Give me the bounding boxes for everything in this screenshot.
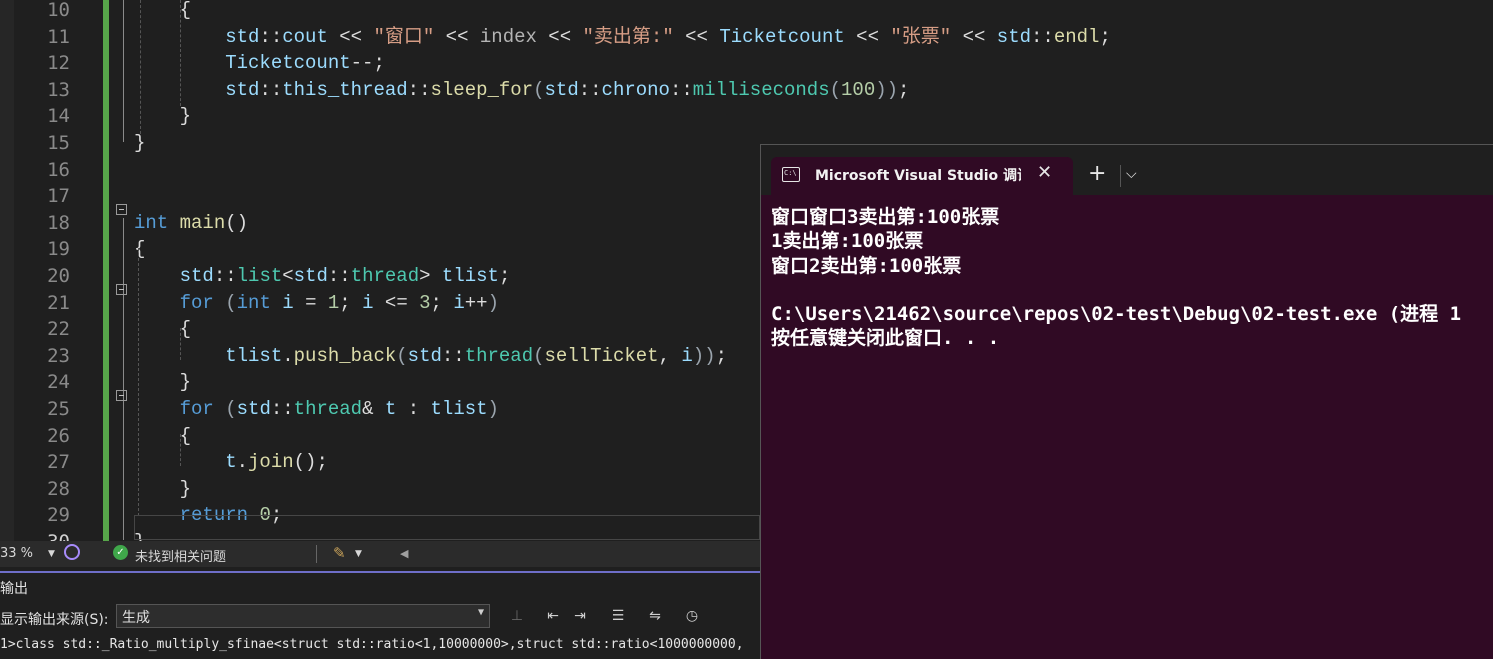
output-title: 输出 xyxy=(0,581,28,597)
editor-status-bar: 33 % ▼ ✓ 未找到相关问题 ✎ ▼ ◀ xyxy=(0,541,760,567)
scope-line xyxy=(123,218,124,540)
new-tab-button[interactable]: + xyxy=(1088,161,1106,187)
check-icon: ✓ xyxy=(113,545,128,560)
code-text: } xyxy=(134,477,192,500)
line-number: 26 xyxy=(47,424,70,447)
code-text: std::this_thread::sleep_for(std::chrono:… xyxy=(225,78,910,101)
change-tracking-bar xyxy=(103,0,109,541)
console-icon: C:\ xyxy=(782,167,800,182)
chevron-down-icon: ▼ xyxy=(477,607,484,618)
code-line[interactable]: 10 { xyxy=(0,0,1493,24)
brush-icon[interactable]: ✎ xyxy=(333,544,346,562)
clock-icon[interactable]: ◷ xyxy=(682,606,702,626)
line-number: 13 xyxy=(47,78,70,101)
code-text: Ticketcount--; xyxy=(225,52,385,75)
copilot-icon[interactable] xyxy=(64,544,80,560)
debug-console-window[interactable]: C:\ Microsoft Visual Studio 调试控制台 ✕ + ⌵ … xyxy=(760,144,1493,659)
line-number: 30 xyxy=(14,529,70,541)
code-line[interactable]: 13 std::this_thread::sleep_for(std::chro… xyxy=(0,77,1493,104)
current-line-highlight xyxy=(134,515,760,540)
scope-line xyxy=(123,406,124,484)
indent-guide xyxy=(140,0,141,134)
scope-line xyxy=(123,300,124,378)
code-text: } xyxy=(134,105,192,128)
issues-status[interactable]: 未找到相关问题 xyxy=(135,546,226,565)
line-number: 28 xyxy=(47,477,70,500)
code-text: { xyxy=(134,424,192,447)
scope-line xyxy=(123,0,124,142)
word-wrap-icon[interactable]: ⇋ xyxy=(645,606,665,626)
code-line[interactable]: 12 Ticketcount--; xyxy=(0,50,1493,77)
find-message-icon[interactable]: ⊥ xyxy=(507,606,527,626)
line-number: 17 xyxy=(47,185,70,208)
indent-guide xyxy=(180,0,181,106)
code-text: { xyxy=(134,238,146,261)
line-number: 21 xyxy=(47,291,70,314)
code-text: t.join(); xyxy=(225,451,328,474)
line-number: 20 xyxy=(47,265,70,287)
line-number: 10 xyxy=(47,0,70,21)
line-number: 29 xyxy=(47,504,70,527)
code-text: } xyxy=(134,371,192,394)
divider xyxy=(316,545,317,563)
clear-all-icon[interactable]: ☰ xyxy=(608,606,628,626)
code-text: { xyxy=(134,318,192,341)
fold-toggle-for-1[interactable] xyxy=(116,284,127,295)
terminal-titlebar: C:\ Microsoft Visual Studio 调试控制台 ✕ + ⌵ xyxy=(761,145,1493,195)
line-number: 19 xyxy=(47,238,70,261)
line-number: 16 xyxy=(47,158,70,181)
code-text: for (int i = 1; i <= 3; i++) xyxy=(179,291,499,314)
line-number: 22 xyxy=(47,318,70,341)
console-icon-text: C:\ xyxy=(784,169,797,177)
line-number: 23 xyxy=(47,344,70,367)
code-line[interactable]: 11 std::cout << "窗口" << index << "卖出第:" … xyxy=(0,24,1493,51)
output-source-label: 显示输出来源(S): xyxy=(0,612,109,628)
line-number: 25 xyxy=(47,398,70,420)
indent-guide xyxy=(138,248,139,516)
terminal-tab[interactable]: C:\ Microsoft Visual Studio 调试控制台 ✕ xyxy=(771,157,1073,195)
code-line[interactable]: 14 } xyxy=(0,103,1493,130)
brush-dropdown-icon[interactable]: ▼ xyxy=(355,549,362,559)
code-text: for (std::thread& t : tlist) xyxy=(179,398,499,420)
scroll-left-icon[interactable]: ◀ xyxy=(400,547,408,560)
output-text: 1>class std::_Ratio_multiply_sfinae<stru… xyxy=(0,637,744,652)
chevron-down-icon[interactable]: ⌵ xyxy=(1126,161,1137,187)
line-number: 27 xyxy=(47,451,70,474)
next-message-icon[interactable]: ⇥ xyxy=(570,606,590,626)
line-number: 11 xyxy=(47,25,70,48)
code-text: int main() xyxy=(134,211,249,234)
output-source-value: 生成 xyxy=(122,610,150,626)
indent-guide xyxy=(180,328,181,360)
terminal-output: 窗口窗口3卖出第:100张票 1卖出第:100张票 窗口2卖出第:100张票 C… xyxy=(771,206,1462,350)
zoom-dropdown-icon[interactable]: ▼ xyxy=(48,549,55,559)
output-source-select[interactable]: 生成 ▼ xyxy=(116,604,490,628)
close-icon[interactable]: ✕ xyxy=(1037,162,1052,183)
output-pane-border xyxy=(0,567,760,573)
previous-message-icon[interactable]: ⇤ xyxy=(543,606,563,626)
code-text: std::list<std::thread> tlist; xyxy=(179,265,511,287)
line-number: 18 xyxy=(47,211,70,234)
line-number: 15 xyxy=(47,132,70,154)
divider xyxy=(1120,165,1121,187)
line-number: 12 xyxy=(47,52,70,75)
line-number: 24 xyxy=(47,371,70,394)
fold-toggle-for-2[interactable] xyxy=(116,390,127,401)
zoom-level[interactable]: 33 % xyxy=(0,546,33,561)
code-text: std::cout << "窗口" << index << "卖出第:" << … xyxy=(225,25,1111,48)
indent-guide xyxy=(180,434,181,466)
fold-toggle-main[interactable] xyxy=(116,204,127,215)
code-text: { xyxy=(134,0,192,21)
line-number: 14 xyxy=(47,105,70,128)
output-pane: 输出 显示输出来源(S): 生成 ▼ ⊥ ⇤ ⇥ ☰ ⇋ ◷ 1>class s… xyxy=(0,567,760,659)
terminal-tab-title: Microsoft Visual Studio 调试控制台 xyxy=(815,168,1021,184)
code-text: tlist.push_back(std::thread(sellTicket, … xyxy=(225,344,727,367)
